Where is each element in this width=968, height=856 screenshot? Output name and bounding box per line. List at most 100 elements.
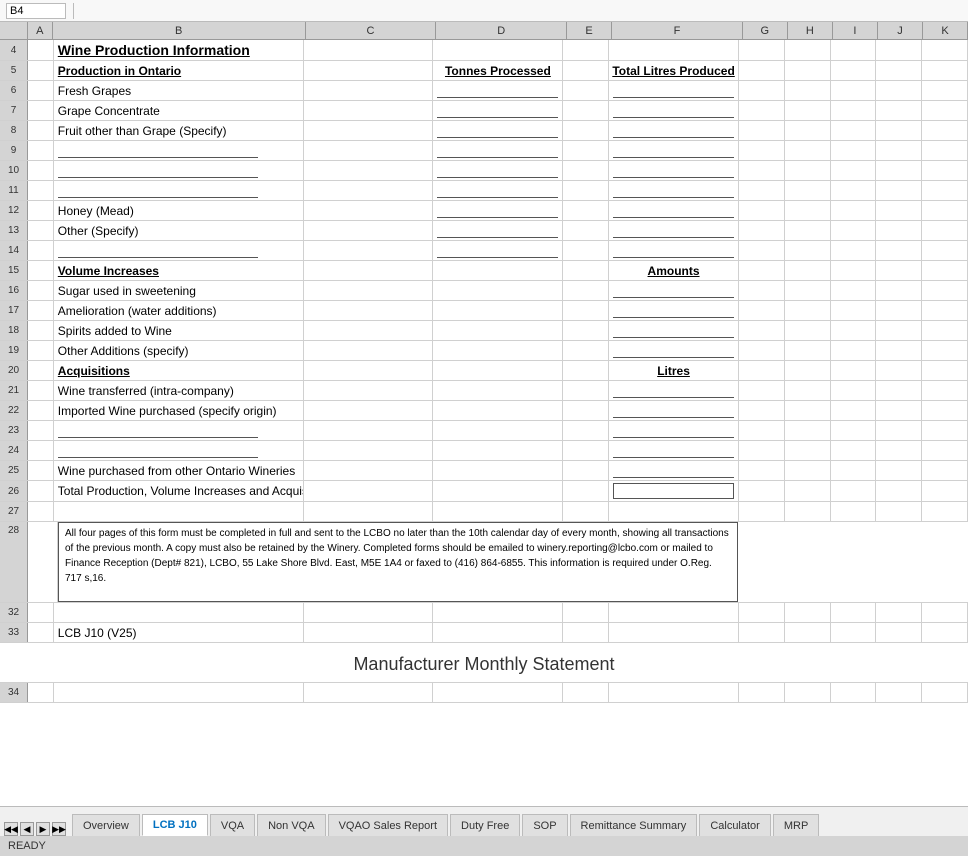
cell-5k[interactable] <box>922 61 968 80</box>
cell-4a[interactable] <box>28 40 54 60</box>
col-e-header: E <box>567 22 612 39</box>
spreadsheet: A B C D E F G H I J K 4 Wine Production … <box>0 22 968 806</box>
col-k-header: K <box>923 22 968 39</box>
col-i-header: I <box>833 22 878 39</box>
table-row: 7 Grape Concentrate <box>0 101 968 121</box>
cell-19b[interactable]: Other Additions (specify) <box>54 341 304 360</box>
table-row: 22 Imported Wine purchased (specify orig… <box>0 401 968 421</box>
table-row: 14 <box>0 241 968 261</box>
notice-row: 28 All four pages of this form must be c… <box>0 522 968 603</box>
cell-15f[interactable]: Amounts <box>609 261 739 280</box>
cell-4g[interactable] <box>739 40 785 60</box>
table-row: 24 <box>0 441 968 461</box>
tab-duty-free[interactable]: Duty Free <box>450 814 520 836</box>
cell-5g[interactable] <box>739 61 785 80</box>
table-row: 15 Volume Increases Amounts <box>0 261 968 281</box>
col-b-header: B <box>53 22 306 39</box>
cell-5a[interactable] <box>28 61 54 80</box>
table-row: 34 <box>0 683 968 703</box>
tab-vqa[interactable]: VQA <box>210 814 255 836</box>
table-row: 33 LCB J10 (V25) <box>0 623 968 643</box>
cell-4e[interactable] <box>563 40 609 60</box>
cell-6b[interactable]: Fresh Grapes <box>54 81 304 100</box>
table-row: 9 <box>0 141 968 161</box>
cell-4d[interactable] <box>433 40 563 60</box>
rows-area: 4 Wine Production Information 5 Producti… <box>0 40 968 806</box>
name-box[interactable] <box>6 3 66 19</box>
prev-sheet-arrow[interactable]: ◀ <box>20 822 34 836</box>
cell-5f-litres[interactable]: Total Litres Produced <box>609 61 739 80</box>
col-j-header: J <box>878 22 923 39</box>
cell-18b-spirits[interactable]: Spirits added to Wine <box>54 321 304 340</box>
table-row: 11 <box>0 181 968 201</box>
cell-4h[interactable] <box>785 40 831 60</box>
sheet-tabs-bar: ◀◀ ◀ ▶ ▶▶ Overview LCB J10 VQA Non VQA V… <box>0 806 968 836</box>
cell-4j[interactable] <box>876 40 922 60</box>
formula-bar <box>0 0 968 22</box>
col-h-header: H <box>788 22 833 39</box>
cell-4k[interactable] <box>922 40 968 60</box>
table-row: 6 Fresh Grapes <box>0 81 968 101</box>
table-row: 16 Sugar used in sweetening <box>0 281 968 301</box>
cell-15b[interactable]: Volume Increases <box>54 261 304 280</box>
cell-16b[interactable]: Sugar used in sweetening <box>54 281 304 300</box>
cell-5d-tonnes[interactable]: Tonnes Processed <box>433 61 563 80</box>
table-row: 19 Other Additions (specify) <box>0 341 968 361</box>
cell-5j[interactable] <box>876 61 922 80</box>
table-row: 21 Wine transferred (intra-company) <box>0 381 968 401</box>
tab-non-vqa[interactable]: Non VQA <box>257 814 325 836</box>
tab-remittance-summary[interactable]: Remittance Summary <box>570 814 698 836</box>
col-f-header: F <box>612 22 743 39</box>
table-row: 27 <box>0 502 968 522</box>
tab-lcb-j10[interactable]: LCB J10 <box>142 814 208 836</box>
cell-5i[interactable] <box>831 61 877 80</box>
table-row: 13 Other (Specify) <box>0 221 968 241</box>
cell-7b[interactable]: Grape Concentrate <box>54 101 304 120</box>
table-row: 4 Wine Production Information <box>0 40 968 61</box>
ready-status: READY <box>8 840 46 852</box>
col-d-header: D <box>436 22 567 39</box>
table-row: 8 Fruit other than Grape (Specify) <box>0 121 968 141</box>
row-num-5: 5 <box>0 61 28 80</box>
cell-22b[interactable]: Imported Wine purchased (specify origin) <box>54 401 304 420</box>
column-headers: A B C D E F G H I J K <box>0 22 968 40</box>
col-a-header: A <box>28 22 53 39</box>
corner-cell <box>0 22 28 39</box>
cell-5c[interactable] <box>304 61 434 80</box>
sheet-nav-arrows[interactable]: ◀◀ ◀ ▶ ▶▶ <box>0 822 70 836</box>
cell-5e[interactable] <box>563 61 609 80</box>
col-c-header: C <box>306 22 437 39</box>
table-row: 10 <box>0 161 968 181</box>
table-row: 12 Honey (Mead) <box>0 201 968 221</box>
tab-calculator[interactable]: Calculator <box>699 814 771 836</box>
table-row: 25 Wine purchased from other Ontario Win… <box>0 461 968 481</box>
table-row: 20 Acquisitions Litres <box>0 361 968 381</box>
cell-5b[interactable]: Production in Ontario <box>54 61 304 80</box>
tab-sop[interactable]: SOP <box>522 814 567 836</box>
cell-8b[interactable]: Fruit other than Grape (Specify) <box>54 121 304 140</box>
cell-25b[interactable]: Wine purchased from other Ontario Wineri… <box>54 461 304 480</box>
cell-12b[interactable]: Honey (Mead) <box>54 201 304 220</box>
cell-26b[interactable]: Total Production, Volume Increases and A… <box>54 481 304 501</box>
next-sheet-arrow[interactable]: ▶ <box>36 822 50 836</box>
table-row: 32 <box>0 603 968 623</box>
cell-20b[interactable]: Acquisitions <box>54 361 304 380</box>
cell-4b-title[interactable]: Wine Production Information <box>54 40 304 60</box>
status-bar: READY <box>0 836 968 856</box>
tab-overview[interactable]: Overview <box>72 814 140 836</box>
cell-21b[interactable]: Wine transferred (intra-company) <box>54 381 304 400</box>
tab-vqao-sales-report[interactable]: VQAO Sales Report <box>328 814 448 836</box>
last-sheet-arrow[interactable]: ▶▶ <box>52 822 66 836</box>
cell-20f[interactable]: Litres <box>609 361 739 380</box>
cell-5h[interactable] <box>785 61 831 80</box>
tab-mrp[interactable]: MRP <box>773 814 819 836</box>
notice-text: All four pages of this form must be comp… <box>58 522 738 602</box>
cell-13b[interactable]: Other (Specify) <box>54 221 304 240</box>
cell-4c[interactable] <box>304 40 434 60</box>
cell-33b[interactable]: LCB J10 (V25) <box>54 623 304 642</box>
cell-4f[interactable] <box>609 40 739 60</box>
cell-17b[interactable]: Amelioration (water additions) <box>54 301 304 320</box>
cell-4i[interactable] <box>831 40 877 60</box>
first-sheet-arrow[interactable]: ◀◀ <box>4 822 18 836</box>
table-row: 17 Amelioration (water additions) <box>0 301 968 321</box>
